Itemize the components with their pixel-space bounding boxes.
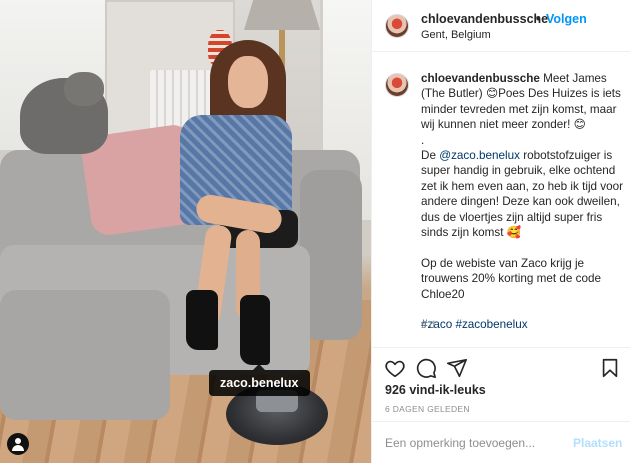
hashtag-link[interactable]: #zacobenelux xyxy=(455,318,527,331)
separator-dot: • xyxy=(536,12,541,26)
caption-dot: . xyxy=(421,133,425,147)
bookmark-icon[interactable] xyxy=(599,357,621,379)
heart-icon[interactable] xyxy=(384,357,406,379)
boot xyxy=(240,295,270,365)
caption-line: Op de webiste van Zaco krijg je trouwens… xyxy=(421,256,601,301)
cat-head xyxy=(64,72,104,106)
lamp-shade xyxy=(244,0,320,30)
share-icon[interactable] xyxy=(446,357,468,379)
post-header: chloevandenbussche • Volgen Gent, Belgiu… xyxy=(372,0,630,52)
caption-text: chloevandenbussche Meet James (The Butle… xyxy=(421,71,624,333)
caption-line: robotstofzuiger is super handig in gebru… xyxy=(421,149,624,240)
comment-icon[interactable] xyxy=(415,357,437,379)
header-username[interactable]: chloevandenbussche xyxy=(421,12,548,26)
location-link[interactable]: Gent, Belgium xyxy=(421,29,491,41)
caption-line: De xyxy=(421,149,440,163)
post-sidebar: chloevandenbussche • Volgen Gent, Belgiu… xyxy=(371,0,630,463)
caption-gap xyxy=(421,240,624,255)
caption-gap xyxy=(421,302,624,317)
product-tag[interactable]: zaco.benelux xyxy=(209,364,310,396)
follow-button[interactable]: Volgen xyxy=(546,12,587,26)
sofa-cushion xyxy=(0,290,170,420)
post-comment-button[interactable]: Plaatsen xyxy=(573,436,622,450)
mention-link[interactable]: @zaco.benelux xyxy=(439,149,520,162)
action-bar xyxy=(372,355,630,379)
tagged-users-icon[interactable] xyxy=(7,433,29,455)
post-photo[interactable]: zaco.benelux xyxy=(0,0,371,463)
caption-timestamp: 6 d. xyxy=(421,320,438,331)
boot xyxy=(186,290,218,350)
caption-avatar[interactable] xyxy=(385,73,409,97)
avatar[interactable] xyxy=(385,14,409,38)
comment-bar: Plaatsen xyxy=(372,421,630,463)
caption-section: chloevandenbussche Meet James (The Butle… xyxy=(372,52,630,348)
woman-face xyxy=(228,56,268,108)
likes-count[interactable]: 926 vind-ik-leuks xyxy=(385,383,486,397)
caption-username[interactable]: chloevandenbussche xyxy=(421,72,540,85)
product-tag-label: zaco.benelux xyxy=(220,376,299,390)
comment-input[interactable] xyxy=(385,434,565,452)
post-date: 6 DAGEN GELEDEN xyxy=(385,404,470,414)
